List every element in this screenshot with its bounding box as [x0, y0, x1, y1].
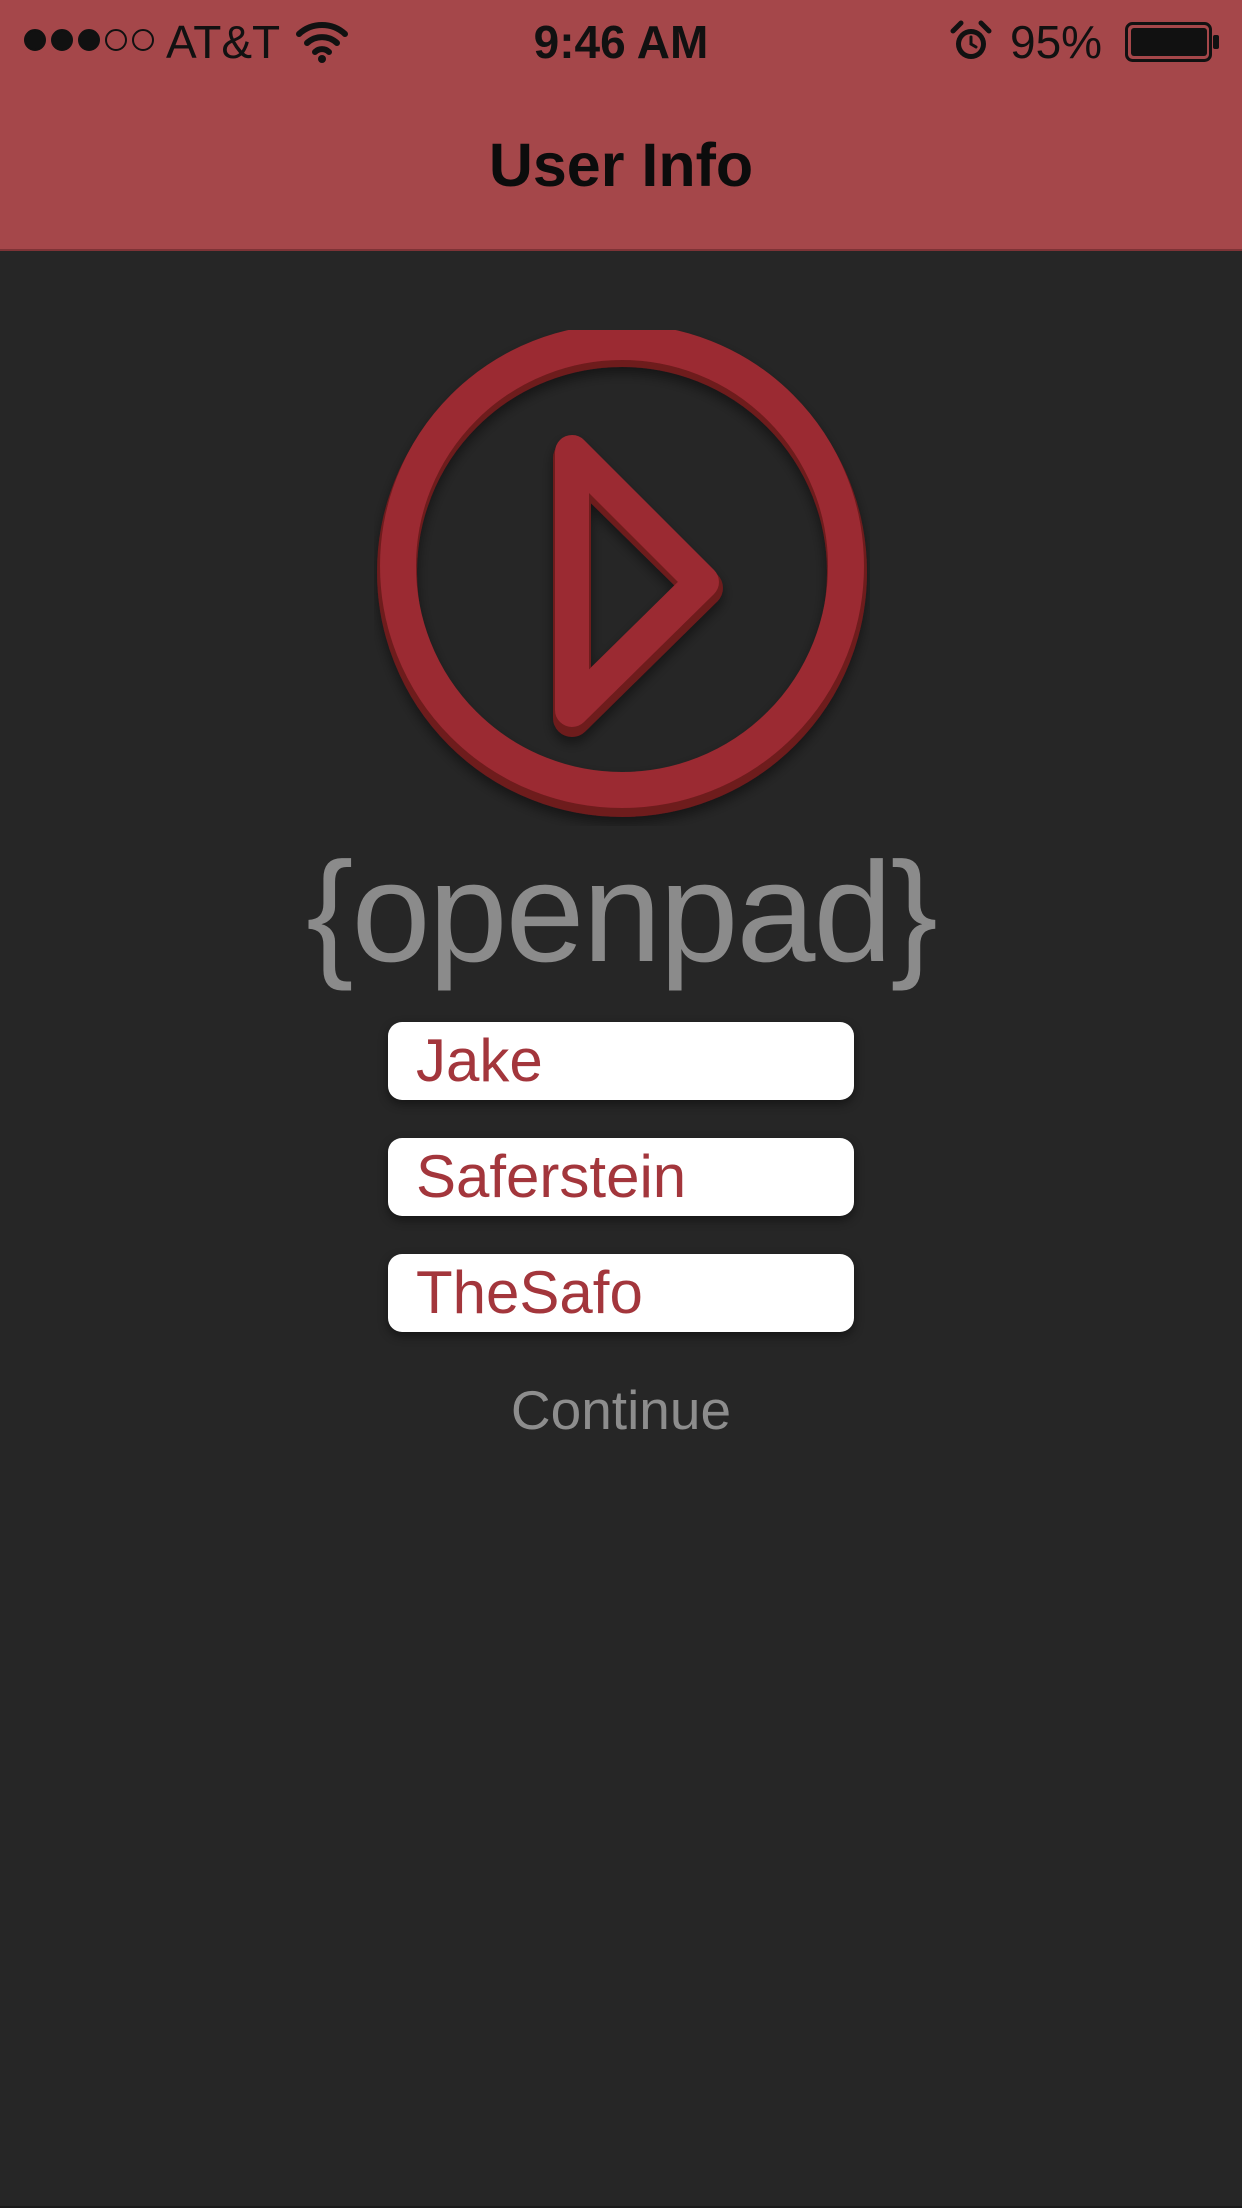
username-field[interactable]: TheSafo	[388, 1254, 854, 1332]
user-info-screen: AT&T 9:46 AM 95% User Info {openpad} Jak…	[0, 0, 1242, 2208]
first-name-field[interactable]: Jake	[388, 1022, 854, 1100]
page-title: User Info	[488, 131, 754, 199]
battery-icon	[1125, 22, 1219, 62]
openpad-wordmark: {openpad}	[306, 833, 938, 992]
continue-button[interactable]: Continue	[0, 1370, 1242, 1450]
alarm-clock-icon	[950, 20, 992, 59]
navigation-bar: AT&T 9:46 AM 95% User Info	[0, 0, 1242, 251]
last-name-field[interactable]: Saferstein	[388, 1138, 854, 1216]
battery-percentage: 95%	[1010, 16, 1103, 68]
status-bar: AT&T 9:46 AM 95%	[0, 0, 1242, 84]
play-circle-icon	[377, 330, 867, 817]
